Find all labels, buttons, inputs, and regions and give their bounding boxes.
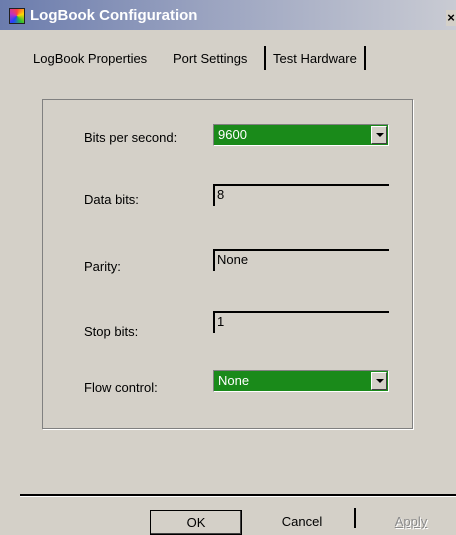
cancel-button[interactable]: Cancel xyxy=(262,510,342,535)
flow-control-label: Flow control: xyxy=(84,380,158,395)
button-divider xyxy=(354,508,356,528)
data-bits-field[interactable]: 8 xyxy=(213,184,389,206)
bits-per-second-label: Bits per second: xyxy=(84,130,178,145)
tab-port-settings[interactable]: Port Settings xyxy=(173,48,247,70)
title-bar: LogBook Configuration × xyxy=(0,0,456,30)
data-bits-label: Data bits: xyxy=(84,192,139,207)
flow-control-select[interactable]: None xyxy=(213,370,389,392)
tab-logbook-properties[interactable]: LogBook Properties xyxy=(33,48,147,70)
apply-button-label: Apply xyxy=(394,514,428,529)
tab-test-hardware[interactable]: Test Hardware xyxy=(264,46,366,70)
bits-per-second-value: 9600 xyxy=(218,127,247,142)
parity-field[interactable]: None xyxy=(213,249,389,271)
parity-label: Parity: xyxy=(84,259,121,274)
app-icon xyxy=(9,8,25,24)
ok-button[interactable]: OK xyxy=(150,510,242,535)
bits-per-second-select[interactable]: 9600 xyxy=(213,124,389,146)
chevron-down-icon[interactable] xyxy=(371,372,387,390)
stop-bits-field[interactable]: 1 xyxy=(213,311,389,333)
window-title: LogBook Configuration xyxy=(30,7,198,24)
flow-control-value: None xyxy=(218,373,250,388)
stop-bits-label: Stop bits: xyxy=(84,324,139,339)
divider xyxy=(20,494,456,497)
chevron-down-icon[interactable] xyxy=(371,126,387,144)
close-button[interactable]: × xyxy=(446,10,456,26)
apply-button[interactable]: Apply xyxy=(376,510,446,535)
